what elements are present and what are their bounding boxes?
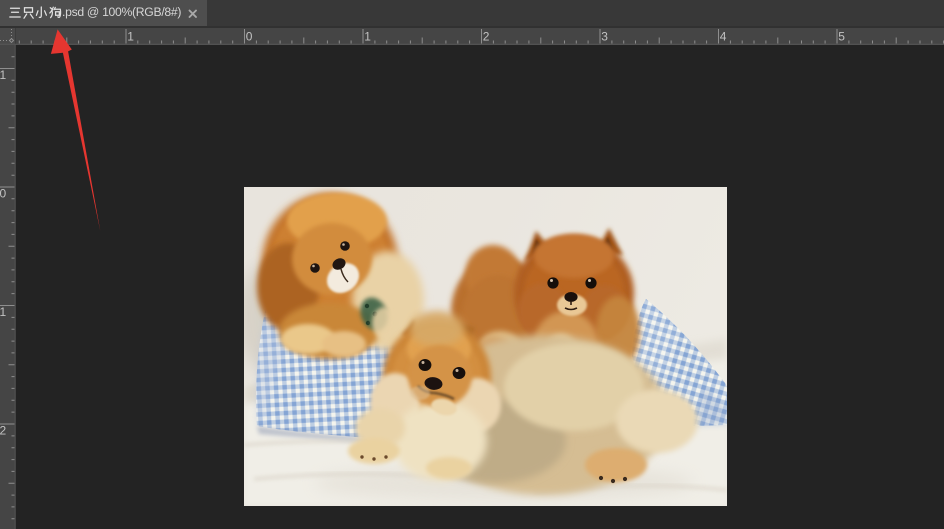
svg-text:4: 4 xyxy=(720,30,727,44)
svg-text:5: 5 xyxy=(838,30,845,44)
svg-text:0: 0 xyxy=(246,30,253,44)
svg-text:1: 1 xyxy=(127,30,134,44)
svg-text:3: 3 xyxy=(601,30,608,44)
svg-text:1: 1 xyxy=(364,30,371,44)
svg-text:2: 2 xyxy=(483,30,490,44)
svg-text:2: 2 xyxy=(0,424,7,438)
svg-text:1: 1 xyxy=(0,305,7,319)
